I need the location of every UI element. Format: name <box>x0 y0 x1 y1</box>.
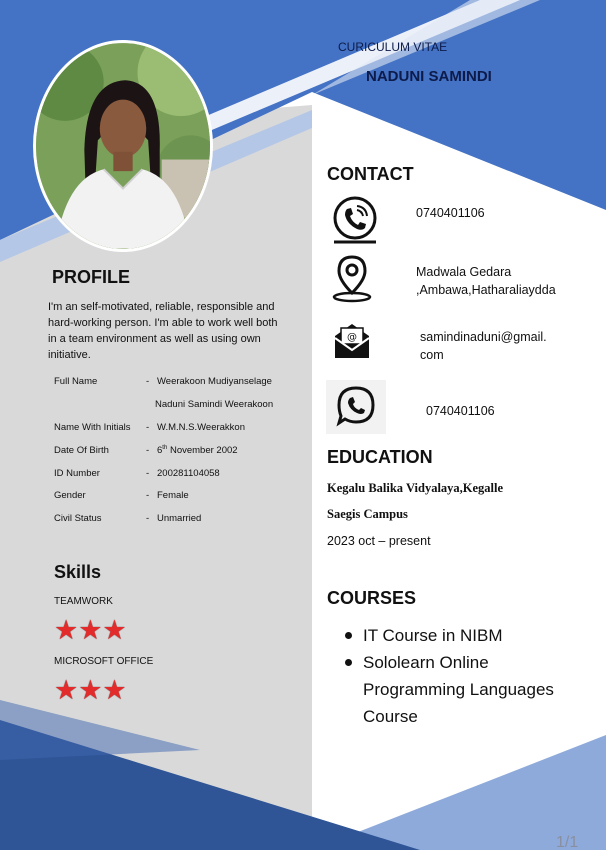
courses-title: COURSES <box>327 588 417 608</box>
page-number: 1/1 <box>556 834 579 850</box>
info-dash: - <box>146 468 150 479</box>
info-key: ID Number <box>54 468 100 479</box>
email: samindinaduni@gmail. com <box>420 328 547 364</box>
course-item: Sololearn Online Programming Languages C… <box>340 649 590 730</box>
info-dash: - <box>146 376 150 387</box>
full-name-continued: Naduni Samindi Weerakoon <box>155 399 274 410</box>
star-rating: ★★★ <box>54 615 127 645</box>
info-value: Female <box>157 490 189 501</box>
info-dash: - <box>146 513 150 524</box>
whatsapp-number: 0740401106 <box>426 404 495 418</box>
email-line-1: samindinaduni@gmail. <box>420 330 547 344</box>
info-dash: - <box>146 422 150 433</box>
info-key: Name With Initials <box>54 422 131 433</box>
address-line-1: Madwala Gedara <box>416 265 512 279</box>
school-name: Saegis Campus <box>327 507 408 521</box>
profile-summary: I'm an self-motivated, reliable, respons… <box>48 301 278 361</box>
cv-page: CURICULUM VITAE NADUNI SAMINDI PROFILE I… <box>0 0 606 850</box>
whatsapp-icon <box>326 380 386 434</box>
candidate-name: NADUNI SAMINDI <box>366 68 492 85</box>
course-item: IT Course in NIBM <box>340 622 590 649</box>
info-dash: - <box>146 445 150 456</box>
cv-heading: CURICULUM VITAE <box>338 40 448 54</box>
info-dash: - <box>146 490 150 501</box>
star-rating: ★★★ <box>54 675 127 705</box>
profile-photo <box>33 40 213 252</box>
info-key: Date Of Birth <box>54 445 109 456</box>
svg-text:@: @ <box>347 332 357 343</box>
location-pin-icon <box>322 250 382 306</box>
info-value: W.M.N.S.Weerakkon <box>157 422 245 433</box>
email-line-2: com <box>420 348 444 362</box>
profile-title: PROFILE <box>52 267 131 287</box>
info-key: Gender <box>54 490 86 501</box>
info-key: Civil Status <box>54 513 102 524</box>
skill-name: TEAMWORK <box>54 596 113 607</box>
school-name: Kegalu Balika Vidyalaya,Kegalle <box>327 481 504 495</box>
address: Madwala Gedara ,Ambawa,Hatharaliaydda <box>416 263 556 299</box>
info-value: 6th November 2002 <box>157 445 238 456</box>
email-icon: @ <box>322 313 382 369</box>
phone-number: 0740401106 <box>416 206 485 220</box>
phone-icon <box>325 192 385 248</box>
info-value: Weerakoon Mudiyanselage <box>157 376 272 387</box>
info-value: Unmarried <box>157 513 202 524</box>
courses-list: IT Course in NIBM Sololearn Online Progr… <box>340 622 590 730</box>
education-date: 2023 oct – present <box>327 534 431 548</box>
contact-title: CONTACT <box>327 164 414 184</box>
skills-title: Skills <box>54 562 102 582</box>
info-key: Full Name <box>54 376 98 387</box>
skill-name: MICROSOFT OFFICE <box>54 656 154 667</box>
dob-rest: November 2002 <box>167 445 238 457</box>
info-value: 200281104058 <box>157 468 220 479</box>
education-title: EDUCATION <box>327 447 433 467</box>
address-line-2: ,Ambawa,Hatharaliaydda <box>416 283 556 297</box>
person-photo-illustration <box>36 43 210 249</box>
